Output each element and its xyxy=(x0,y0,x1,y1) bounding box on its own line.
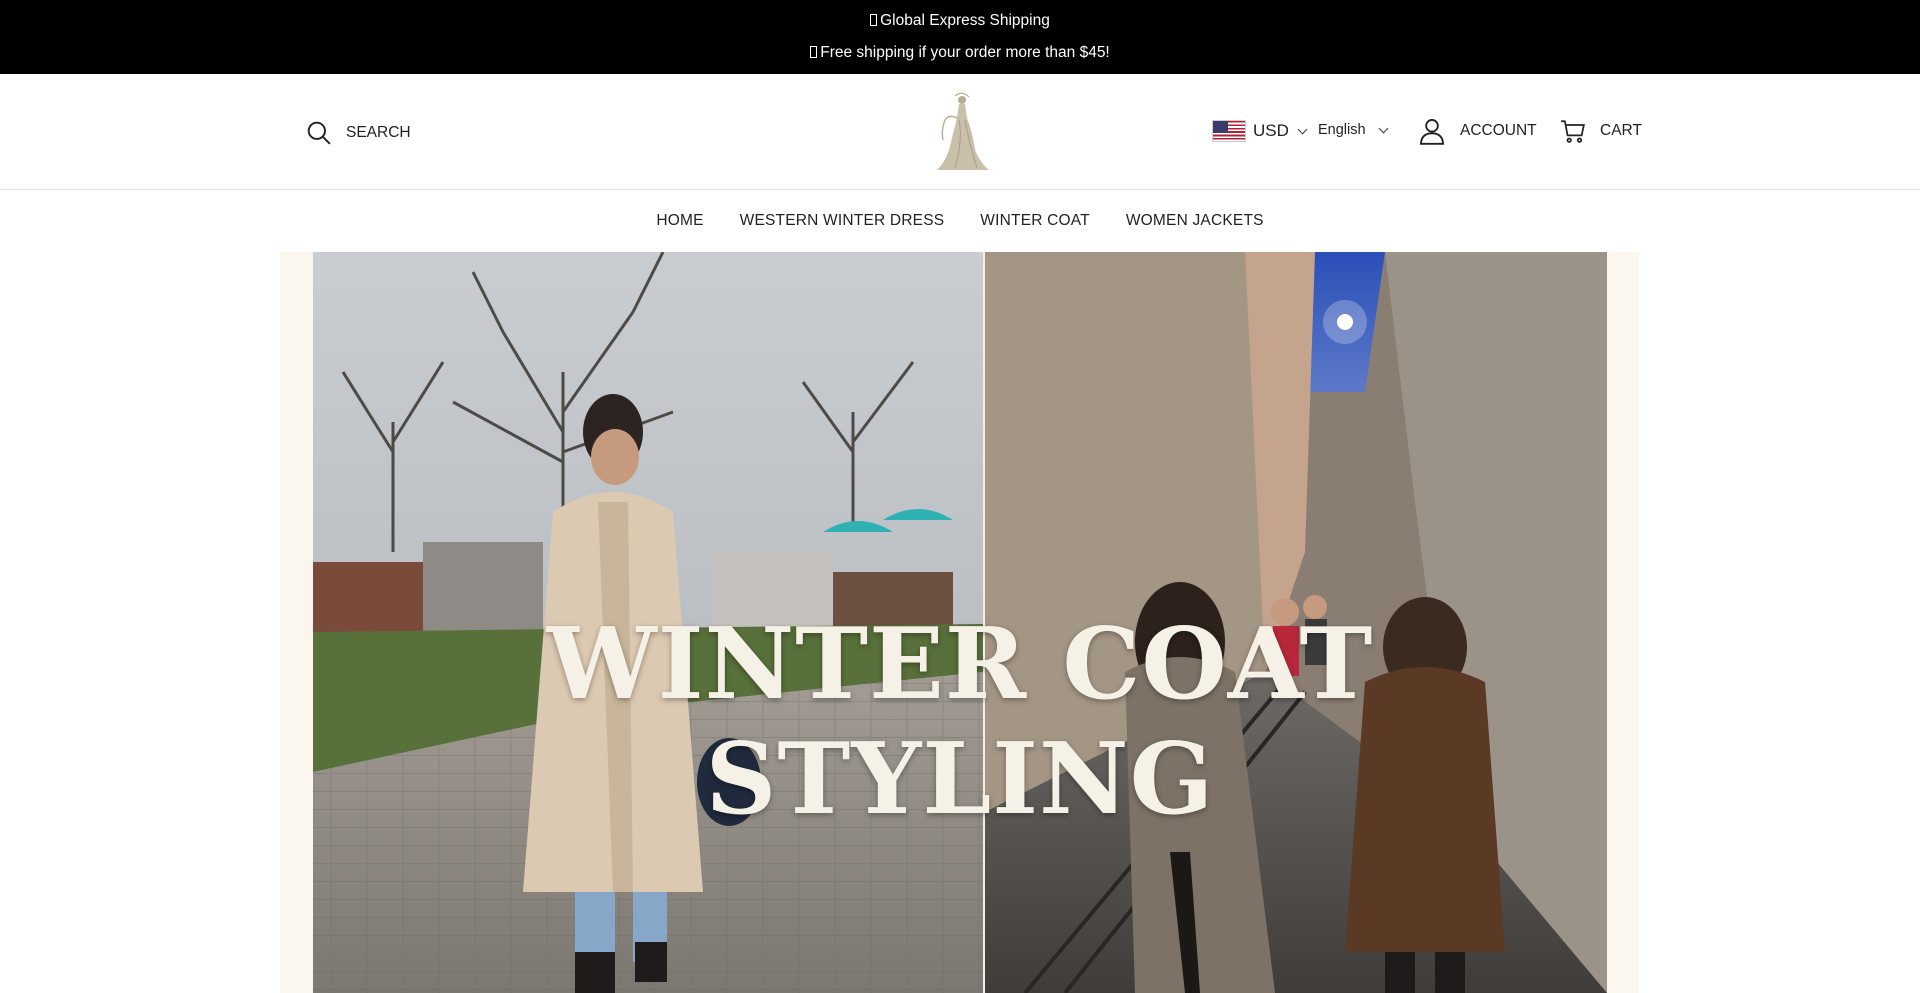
missing-glyph-icon xyxy=(870,14,878,26)
cart-icon xyxy=(1561,120,1585,143)
nav-item-women-jackets[interactable]: WOMEN JACKETS xyxy=(1126,212,1264,230)
hero-title: WINTER COAT STYLING xyxy=(546,607,1374,837)
user-icon xyxy=(1419,118,1445,145)
search-button[interactable]: SEARCH xyxy=(306,120,411,146)
chevron-down-icon xyxy=(1297,124,1308,134)
us-flag-icon xyxy=(1212,120,1246,142)
announcement-line-2: Free shipping if your order more than $4… xyxy=(0,44,1920,62)
cart-label: CART xyxy=(1600,122,1642,139)
announcement-line-1: Global Express Shipping xyxy=(0,12,1920,30)
announcement-bar: Global Express Shipping Free shipping if… xyxy=(0,0,1920,74)
chevron-down-icon xyxy=(1378,123,1389,133)
cart-link[interactable]: CART xyxy=(1560,118,1642,144)
search-label: SEARCH xyxy=(346,124,411,141)
nav-item-western-winter-dress[interactable]: WESTERN WINTER DRESS xyxy=(740,212,945,230)
announcement-shipping-text: Global Express Shipping xyxy=(880,12,1050,29)
language-label: English xyxy=(1318,122,1366,138)
currency-code: USD xyxy=(1253,121,1289,140)
nav-item-home[interactable]: HOME xyxy=(656,212,703,230)
account-link[interactable]: ACCOUNT xyxy=(1418,117,1537,145)
hero-image: WINTER COAT STYLING xyxy=(313,252,1607,993)
currency-selector[interactable]: USD xyxy=(1212,120,1308,142)
search-icon xyxy=(307,121,331,145)
account-label: ACCOUNT xyxy=(1460,122,1537,139)
nav-item-winter-coat[interactable]: WINTER COAT xyxy=(980,212,1090,230)
hero-banner[interactable]: WINTER COAT STYLING xyxy=(280,252,1639,993)
main-nav: HOME WESTERN WINTER DRESS WINTER COAT WO… xyxy=(0,190,1920,252)
language-selector[interactable]: English xyxy=(1318,122,1389,138)
brand-logo[interactable] xyxy=(925,90,995,172)
missing-glyph-icon xyxy=(810,46,818,58)
announcement-free-shipping-text: Free shipping if your order more than $4… xyxy=(820,44,1110,61)
site-header: SEARCH USD English ACCOUNT CART xyxy=(0,74,1920,190)
